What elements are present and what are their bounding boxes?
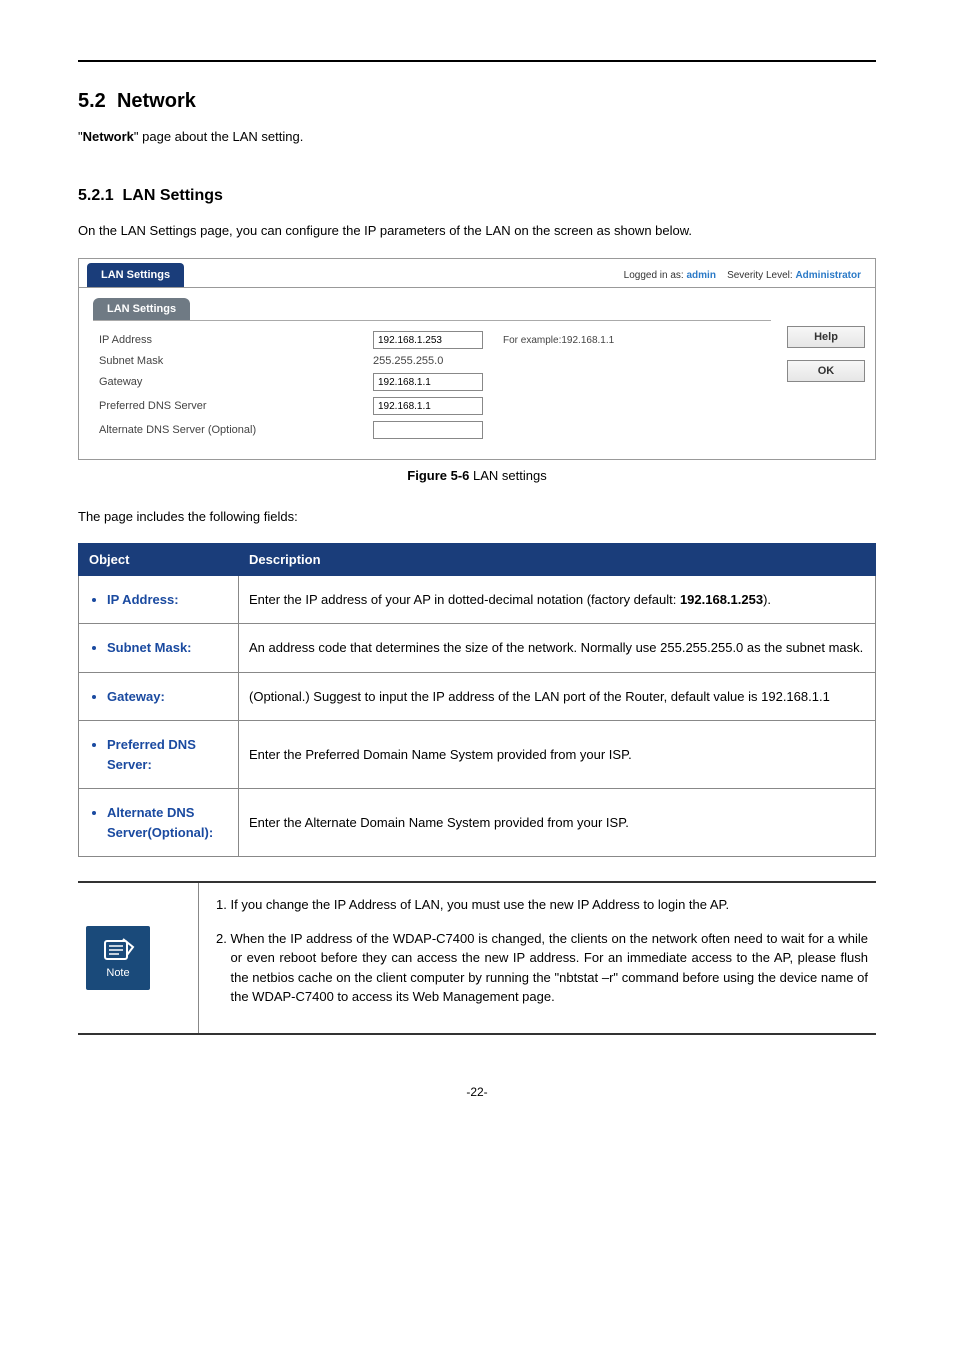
obj-ip-address: IP Address: bbox=[107, 590, 228, 610]
main-tab-lan-settings[interactable]: LAN Settings bbox=[87, 263, 184, 287]
panel-subdivider bbox=[93, 320, 771, 321]
help-button[interactable]: Help bbox=[787, 326, 865, 348]
top-rule bbox=[78, 60, 876, 62]
obj-subnet-mask: Subnet Mask: bbox=[107, 638, 228, 658]
note-item-2: When the IP address of the WDAP-C7400 is… bbox=[231, 929, 869, 1007]
label-preferred-dns: Preferred DNS Server bbox=[93, 400, 373, 412]
input-ip-address[interactable] bbox=[373, 331, 483, 349]
desc-preferred-dns: Enter the Preferred Domain Name System p… bbox=[239, 721, 876, 789]
section-heading: 5.2 Network bbox=[78, 90, 876, 113]
input-gateway[interactable] bbox=[373, 373, 483, 391]
hint-ip-address: For example:192.168.1.1 bbox=[503, 335, 614, 346]
label-subnet-mask: Subnet Mask bbox=[93, 355, 373, 367]
obj-preferred-dns: Preferred DNS Server: bbox=[107, 735, 228, 774]
obj-alternate-dns: Alternate DNS Server(Optional): bbox=[107, 803, 228, 842]
desc-ip-address: Enter the IP address of your AP in dotte… bbox=[239, 575, 876, 624]
subsection-heading: 5.2.1 LAN Settings bbox=[78, 187, 876, 205]
value-subnet-mask: 255.255.255.0 bbox=[373, 355, 443, 367]
input-preferred-dns[interactable] bbox=[373, 397, 483, 415]
table-row: Alternate DNS Server(Optional): Enter th… bbox=[79, 789, 876, 857]
login-status: Logged in as: admin Severity Level: Admi… bbox=[624, 270, 867, 281]
obj-gateway: Gateway: bbox=[107, 687, 228, 707]
label-gateway: Gateway bbox=[93, 376, 373, 388]
note-item-1: If you change the IP Address of LAN, you… bbox=[231, 895, 869, 915]
page-number: -22- bbox=[78, 1085, 876, 1099]
desc-subnet-mask: An address code that determines the size… bbox=[239, 624, 876, 673]
subsection-number: 5.2.1 bbox=[78, 187, 114, 204]
severity-level[interactable]: Administrator bbox=[795, 270, 861, 281]
note-box: Note If you change the IP Address of LAN… bbox=[78, 881, 876, 1035]
table-row: IP Address: Enter the IP address of your… bbox=[79, 575, 876, 624]
table-row: Preferred DNS Server: Enter the Preferre… bbox=[79, 721, 876, 789]
th-object: Object bbox=[79, 543, 239, 575]
note-list: If you change the IP Address of LAN, you… bbox=[207, 895, 869, 1007]
input-alternate-dns[interactable] bbox=[373, 421, 483, 439]
section-title: Network bbox=[117, 90, 196, 112]
label-ip-address: IP Address bbox=[93, 334, 373, 346]
note-label: Note bbox=[106, 967, 129, 979]
lan-settings-screenshot: LAN Settings Logged in as: admin Severit… bbox=[78, 258, 876, 460]
desc-gateway: (Optional.) Suggest to input the IP addr… bbox=[239, 672, 876, 721]
panel-tab-lan-settings[interactable]: LAN Settings bbox=[93, 298, 190, 320]
label-alternate-dns: Alternate DNS Server (Optional) bbox=[93, 424, 373, 436]
section-intro: "Network" page about the LAN setting. bbox=[78, 127, 876, 147]
logged-in-user[interactable]: admin bbox=[686, 270, 715, 281]
note-icon: Note bbox=[86, 926, 150, 990]
table-row: Subnet Mask: An address code that determ… bbox=[79, 624, 876, 673]
fields-intro: The page includes the following fields: bbox=[78, 507, 876, 527]
subsection-intro: On the LAN Settings page, you can config… bbox=[78, 221, 876, 241]
desc-alternate-dns: Enter the Alternate Domain Name System p… bbox=[239, 789, 876, 857]
fields-table: Object Description IP Address: Enter the… bbox=[78, 543, 876, 858]
table-row: Gateway: (Optional.) Suggest to input th… bbox=[79, 672, 876, 721]
th-description: Description bbox=[239, 543, 876, 575]
subsection-title: LAN Settings bbox=[122, 187, 222, 204]
section-number: 5.2 bbox=[78, 90, 106, 112]
figure-caption: Figure 5-6 LAN settings bbox=[78, 468, 876, 483]
ok-button[interactable]: OK bbox=[787, 360, 865, 382]
